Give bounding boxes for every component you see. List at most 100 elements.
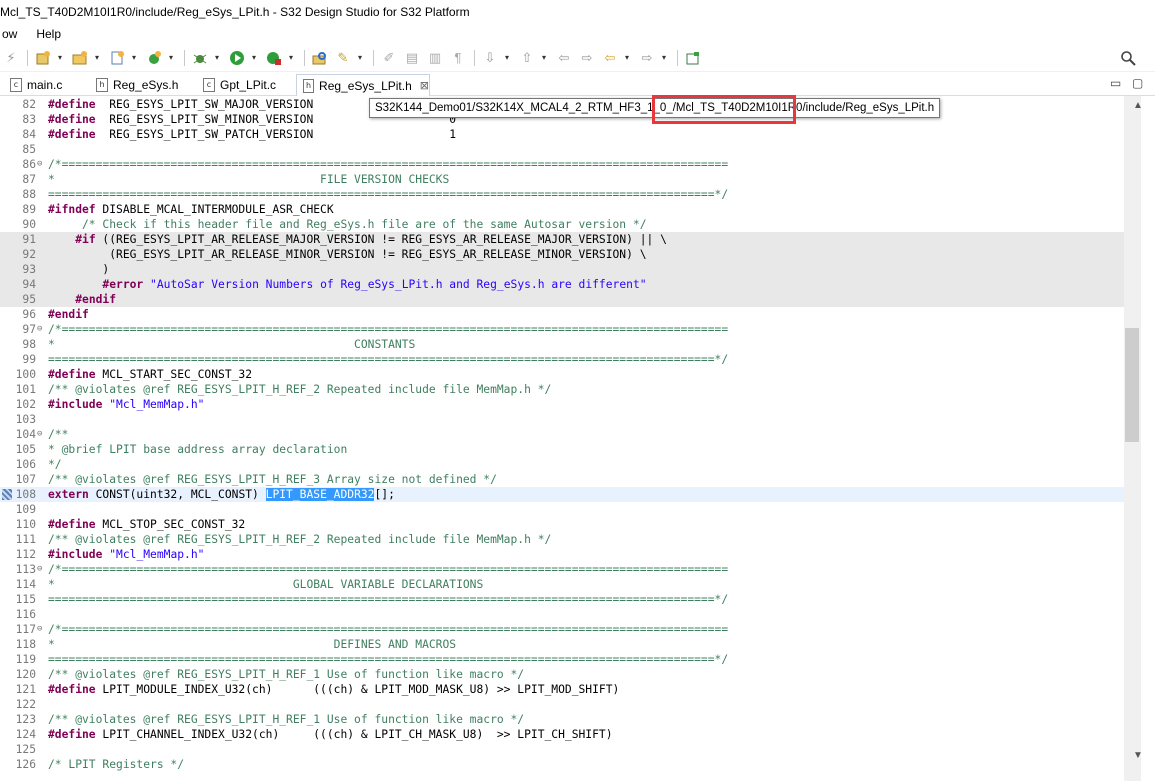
code-line[interactable]: 109 — [0, 502, 1124, 517]
menu-help[interactable]: Help — [34, 27, 66, 41]
maximize-editor-icon[interactable]: ▢ — [1132, 76, 1143, 90]
search-dropdown[interactable]: ▾ — [355, 53, 365, 62]
back-dropdown[interactable]: ▾ — [622, 53, 632, 62]
fold-toggle-icon[interactable]: ⊖ — [37, 427, 47, 442]
line-number: 85 — [22, 143, 36, 156]
code-line[interactable]: 99 ======================================… — [0, 352, 1124, 367]
code-line[interactable]: 111 /** @violates @ref REG_ESYS_LPIT_H_RE… — [0, 532, 1124, 547]
code-line[interactable]: 116 — [0, 607, 1124, 622]
code-line[interactable]: 113 ⊖/*==================================… — [0, 562, 1124, 577]
toggle-word-wrap-icon[interactable]: ▥ — [424, 47, 446, 69]
back-icon[interactable]: ⇦ — [599, 47, 621, 69]
code-line[interactable]: 112 #include "Mcl_MemMap.h" — [0, 547, 1124, 562]
code-line[interactable]: 102 #include "Mcl_MemMap.h" — [0, 397, 1124, 412]
tab-gpt-lpit-c[interactable]: c Gpt_LPit.c — [197, 74, 276, 96]
code-line[interactable]: 106 */ — [0, 457, 1124, 472]
code-line[interactable]: 117 ⊖/*==================================… — [0, 622, 1124, 637]
previous-annotation-icon[interactable]: ⇧ — [516, 47, 538, 69]
menu-window[interactable]: ow — [0, 27, 22, 41]
tab-reg-esys-h[interactable]: h Reg_eSys.h — [90, 74, 178, 96]
line-number: 100 — [15, 368, 36, 381]
code-line[interactable]: 121 #define LPIT_MODULE_INDEX_U32(ch) (((… — [0, 682, 1124, 697]
open-type-icon[interactable] — [309, 47, 331, 69]
code-line[interactable]: 107 /** @violates @ref REG_ESYS_LPIT_H_RE… — [0, 472, 1124, 487]
code-line[interactable]: 85 — [0, 142, 1124, 157]
build-config-icon[interactable]: ⚡ — [0, 47, 22, 69]
toggle-mark-occurrences-icon[interactable]: ✐ — [378, 47, 400, 69]
code-line[interactable]: 86 ⊖/*===================================… — [0, 157, 1124, 172]
new-folder-icon[interactable] — [69, 47, 91, 69]
code-line[interactable]: 103 — [0, 412, 1124, 427]
code-line[interactable]: 88 ======================================… — [0, 187, 1124, 202]
code-line[interactable]: 91 #if ((REG_ESYS_LPIT_AR_RELEASE_MAJOR_… — [0, 232, 1124, 247]
code-line[interactable]: 120 /** @violates @ref REG_ESYS_LPIT_H_RE… — [0, 667, 1124, 682]
code-line[interactable]: 124 #define LPIT_CHANNEL_INDEX_U32(ch) ((… — [0, 727, 1124, 742]
forward-history-icon[interactable]: ⇨ — [576, 47, 598, 69]
code-line[interactable]: 97 ⊖/*===================================… — [0, 322, 1124, 337]
next-annotation-dropdown[interactable]: ▾ — [502, 53, 512, 62]
code-line[interactable]: 108 extern CONST(uint32, MCL_CONST) LPIT_… — [0, 487, 1124, 502]
new-project-icon[interactable] — [32, 47, 54, 69]
code-line[interactable]: 95 #endif — [0, 292, 1124, 307]
debug-icon[interactable] — [189, 47, 211, 69]
code-line[interactable]: 100 #define MCL_START_SEC_CONST_32 — [0, 367, 1124, 382]
code-line[interactable]: 110 #define MCL_STOP_SEC_CONST_32 — [0, 517, 1124, 532]
line-number: 96 — [22, 308, 36, 321]
new-source-dropdown[interactable]: ▾ — [129, 53, 139, 62]
new-class-icon[interactable] — [143, 47, 165, 69]
new-project-dropdown[interactable]: ▾ — [55, 53, 65, 62]
previous-annotation-dropdown[interactable]: ▾ — [539, 53, 549, 62]
code-editor[interactable]: 82 #define REG_ESYS_LPIT_SW_MAJOR_VERSION… — [0, 96, 1124, 781]
code-line[interactable]: 92 (REG_ESYS_LPIT_AR_RELEASE_MINOR_VERSI… — [0, 247, 1124, 262]
external-tools-icon[interactable] — [263, 47, 285, 69]
code-line[interactable]: 84 #define REG_ESYS_LPIT_SW_PATCH_VERSION… — [0, 127, 1124, 142]
run-icon[interactable] — [226, 47, 248, 69]
last-edit-location-icon[interactable]: ⇦ — [553, 47, 575, 69]
tab-main-c[interactable]: c main.c — [4, 74, 62, 96]
code-line[interactable]: 115 =====================================… — [0, 592, 1124, 607]
toggle-block-icon[interactable]: ▤ — [401, 47, 423, 69]
code-text: ========================================… — [48, 187, 728, 202]
search-icon[interactable] — [1117, 47, 1139, 69]
code-line[interactable]: 87 * FILE VERSION CHECKS — [0, 172, 1124, 187]
code-line[interactable]: 94 #error "AutoSar Version Numbers of Re… — [0, 277, 1124, 292]
next-annotation-icon[interactable]: ⇩ — [479, 47, 501, 69]
code-token: * DEFINES AND MACROS — [48, 638, 457, 651]
forward-dropdown[interactable]: ▾ — [659, 53, 669, 62]
line-number: 86 — [22, 158, 36, 171]
new-folder-dropdown[interactable]: ▾ — [92, 53, 102, 62]
show-whitespace-icon[interactable]: ¶ — [447, 47, 469, 69]
scroll-thumb[interactable] — [1125, 328, 1139, 442]
code-line[interactable]: 96 #endif — [0, 307, 1124, 322]
code-line[interactable]: 122 — [0, 697, 1124, 712]
search-wand-icon[interactable]: ✎ — [332, 47, 354, 69]
code-line[interactable]: 105 * @brief LPIT base address array decl… — [0, 442, 1124, 457]
fold-toggle-icon[interactable]: ⊖ — [37, 322, 47, 337]
new-class-dropdown[interactable]: ▾ — [166, 53, 176, 62]
code-line[interactable]: 93 ) — [0, 262, 1124, 277]
code-line[interactable]: 119 =====================================… — [0, 652, 1124, 667]
code-line[interactable]: 98 * CONSTANTS — [0, 337, 1124, 352]
new-source-file-icon[interactable] — [106, 47, 128, 69]
external-tools-dropdown[interactable]: ▾ — [286, 53, 296, 62]
debug-dropdown[interactable]: ▾ — [212, 53, 222, 62]
code-line[interactable]: 101 /** @violates @ref REG_ESYS_LPIT_H_RE… — [0, 382, 1124, 397]
fold-toggle-icon[interactable]: ⊖ — [37, 622, 47, 637]
minimize-editor-icon[interactable]: ▭ — [1110, 76, 1121, 90]
code-line[interactable]: 123 /** @violates @ref REG_ESYS_LPIT_H_RE… — [0, 712, 1124, 727]
code-line[interactable]: 118 * DEFINES AND MACROS — [0, 637, 1124, 652]
fold-toggle-icon[interactable]: ⊖ — [37, 562, 47, 577]
code-line[interactable]: 125 — [0, 742, 1124, 757]
code-text: * @brief LPIT base address array declara… — [48, 442, 347, 457]
code-line[interactable]: 104 ⊖/** — [0, 427, 1124, 442]
code-line[interactable]: 114 * GLOBAL VARIABLE DECLARATIONS — [0, 577, 1124, 592]
forward-icon[interactable]: ⇨ — [636, 47, 658, 69]
pin-editor-icon[interactable] — [682, 47, 704, 69]
code-line[interactable]: 89 #ifndef DISABLE_MCAL_INTERMODULE_ASR_C… — [0, 202, 1124, 217]
run-dropdown[interactable]: ▾ — [249, 53, 259, 62]
fold-toggle-icon[interactable]: ⊖ — [37, 157, 47, 172]
tab-reg-esys-lpit-h[interactable]: h Reg_eSys_LPit.h ⊠ — [296, 74, 430, 96]
code-line[interactable]: 90 /* Check if this header file and Reg_… — [0, 217, 1124, 232]
close-tab-icon[interactable]: ⊠ — [420, 79, 429, 92]
code-line[interactable]: 126 /* LPIT Registers */ — [0, 757, 1124, 772]
